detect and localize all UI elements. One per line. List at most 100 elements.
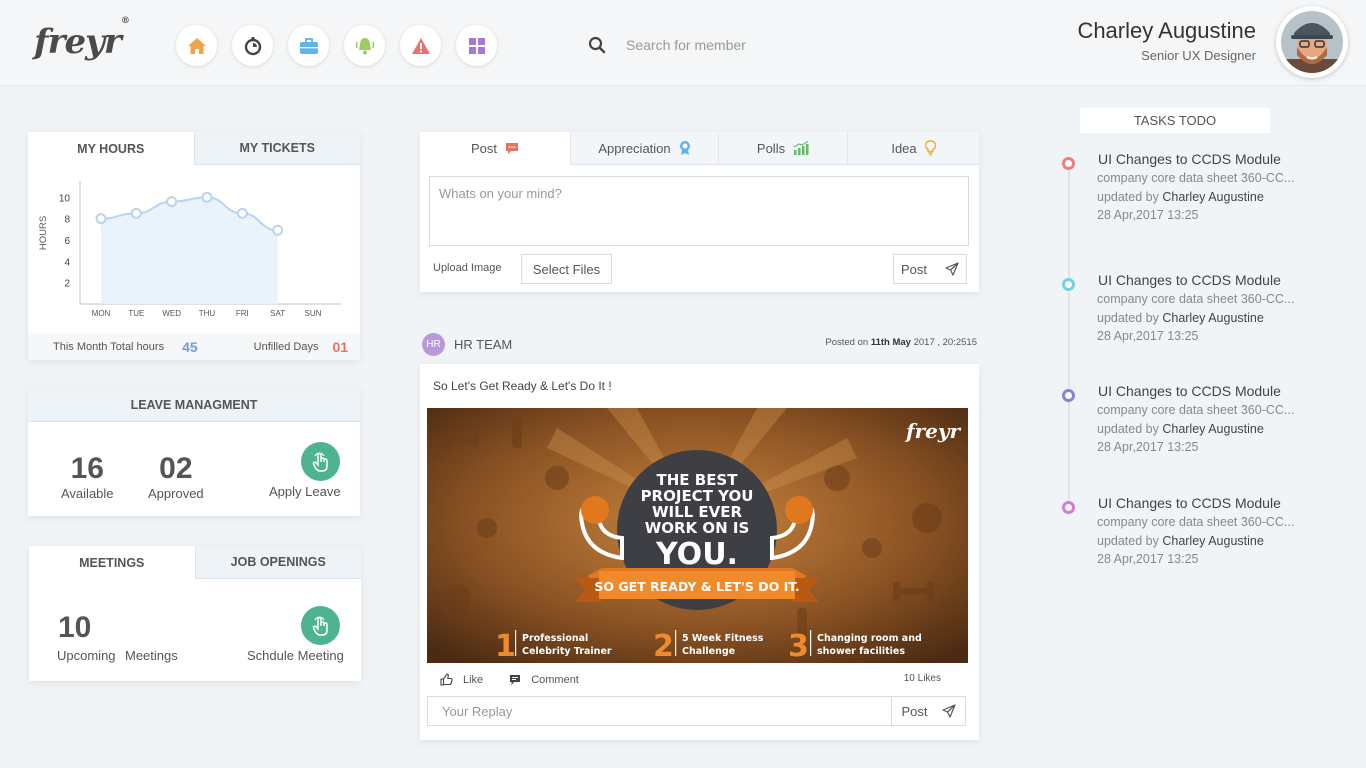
user-info: Charley Augustine Senior UX Designer xyxy=(1077,18,1256,63)
apply-leave-label[interactable]: Apply Leave xyxy=(269,484,341,499)
avatar[interactable] xyxy=(1276,6,1348,78)
unfilled-days-value: 01 xyxy=(332,338,349,355)
tab-appreciation[interactable]: Appreciation xyxy=(570,132,718,165)
select-files-button[interactable]: Select Files xyxy=(521,254,612,284)
task-date: 28 Apr,2017 13:25 xyxy=(1097,552,1199,566)
reply-post-button[interactable]: Post xyxy=(891,697,965,725)
task-updated-by: updated by Charley Augustine xyxy=(1097,534,1264,548)
y-tick-label: 2 xyxy=(64,279,70,290)
task-updated-by: updated by Charley Augustine xyxy=(1097,190,1264,204)
leave-available: 16 Available xyxy=(61,452,114,501)
task-date: 28 Apr,2017 13:25 xyxy=(1097,329,1199,343)
x-tick-label: TUE xyxy=(128,309,144,318)
task-date: 28 Apr,2017 13:25 xyxy=(1097,208,1199,222)
search-input[interactable] xyxy=(626,37,826,53)
meetings-count: 10 xyxy=(58,611,92,644)
apply-leave-button[interactable] xyxy=(301,442,340,481)
tab-job-openings[interactable]: JOB OPENINGS xyxy=(194,546,361,579)
author-avatar[interactable]: HR xyxy=(422,333,445,356)
tab-my-tickets[interactable]: MY TICKETS xyxy=(193,132,360,165)
total-hours-value: 45 xyxy=(182,338,198,355)
x-tick-label: WED xyxy=(162,309,181,318)
tab-polls[interactable]: Polls xyxy=(718,132,847,165)
y-tick-label: 8 xyxy=(64,215,70,226)
send-icon xyxy=(945,262,959,276)
x-tick-label: SAT xyxy=(270,309,285,318)
y-tick-label: 10 xyxy=(59,193,71,204)
touch-icon xyxy=(312,616,328,636)
tab-idea[interactable]: Idea xyxy=(847,132,979,165)
like-button[interactable]: Like xyxy=(440,673,483,686)
meetings-label: Meetings xyxy=(125,648,178,663)
post-banner-image[interactable]: THE BEST PROJECT YOU WILL EVER WORK ON I… xyxy=(427,408,968,663)
home-icon[interactable] xyxy=(176,25,217,66)
schedule-meeting-label[interactable]: Schdule Meeting xyxy=(247,648,344,663)
feed-post: So Let's Get Ready & Let's Do It ! THE B… xyxy=(420,364,979,740)
x-tick-label: SUN xyxy=(305,309,322,318)
task-title[interactable]: UI Changes to CCDS Module xyxy=(1098,495,1281,511)
data-point xyxy=(236,207,248,219)
alert-icon[interactable] xyxy=(400,25,441,66)
post-text: So Let's Get Ready & Let's Do It ! xyxy=(433,379,612,393)
author-name[interactable]: HR TEAM xyxy=(454,337,512,352)
tab-post[interactable]: Post xyxy=(420,132,570,165)
task-updated-by: updated by Charley Augustine xyxy=(1097,311,1264,325)
approved-count: 02 xyxy=(159,452,193,485)
y-tick-label: 6 xyxy=(64,236,70,247)
schedule-meeting-button[interactable] xyxy=(301,606,340,645)
likes-count[interactable]: 10 Likes xyxy=(904,673,941,684)
briefcase-icon[interactable] xyxy=(288,25,329,66)
post-composer: Post Appreciation Polls Idea Upload Imag… xyxy=(420,132,979,292)
task-status-dot xyxy=(1062,278,1075,291)
task-title[interactable]: UI Changes to CCDS Module xyxy=(1098,151,1281,167)
send-icon xyxy=(941,704,956,718)
feature-2-line2: Challenge xyxy=(682,646,735,657)
my-hours-card: MY HOURS MY TICKETS HOURS 2 4 6 8 10 MON TUE WED… xyxy=(28,132,360,360)
member-search xyxy=(588,36,826,54)
feature-1-number: 1 xyxy=(495,629,516,663)
banner-headline-big: YOU. xyxy=(655,537,738,572)
timeline-line xyxy=(1068,163,1070,509)
touch-icon xyxy=(312,452,328,472)
task-description: company core data sheet 360-CC... xyxy=(1097,515,1295,529)
data-point xyxy=(130,207,142,219)
x-tick-label: FRI xyxy=(236,309,249,318)
top-header: freyr® Charley Augustine Senior UX Desig… xyxy=(0,0,1366,86)
comment-icon xyxy=(510,674,521,685)
feature-2-line1: 5 Week Fitness xyxy=(682,633,764,644)
leave-title: LEAVE MANAGMENT xyxy=(28,388,360,422)
feature-1-line2: Celebrity Trainer xyxy=(522,646,612,657)
tab-my-hours[interactable]: MY HOURS xyxy=(28,132,194,165)
tab-post-label: Post xyxy=(470,141,497,156)
user-role: Senior UX Designer xyxy=(1141,48,1256,63)
task-status-dot xyxy=(1062,389,1075,402)
freyr-logo[interactable]: freyr® xyxy=(34,16,130,62)
post-textarea[interactable] xyxy=(429,176,969,246)
tasks-todo-title: TASKS TODO xyxy=(1080,108,1270,133)
task-description: company core data sheet 360-CC... xyxy=(1097,403,1295,417)
tab-appreciation-label: Appreciation xyxy=(598,140,671,156)
meeting-tabs: MEETINGS JOB OPENINGS xyxy=(29,546,361,579)
meetings-count-block: 10 xyxy=(58,611,91,645)
leave-approved: 02 Approved xyxy=(148,452,204,501)
banner-headline-4: WORK ON IS xyxy=(645,519,750,537)
unfilled-days-label: Unfilled Days xyxy=(253,340,319,353)
task-title[interactable]: UI Changes to CCDS Module xyxy=(1098,272,1281,288)
composer-post-button[interactable]: Post xyxy=(893,254,967,284)
notification-icon[interactable] xyxy=(344,25,385,66)
task-title[interactable]: UI Changes to CCDS Module xyxy=(1098,383,1281,399)
feature-1-line1: Professional xyxy=(522,633,588,644)
reply-input[interactable] xyxy=(428,697,893,725)
tab-meetings[interactable]: MEETINGS xyxy=(29,546,195,579)
poll-chart-icon xyxy=(793,141,809,155)
data-point xyxy=(272,224,284,236)
leave-management-card: LEAVE MANAGMENT 16 Available 02 Approved… xyxy=(28,388,360,516)
user-name: Charley Augustine xyxy=(1077,18,1256,43)
hours-chart: HOURS 2 4 6 8 10 MON TUE WED THU FRI SAT SUN xyxy=(38,181,341,318)
data-point xyxy=(95,213,107,225)
tab-idea-label: Idea xyxy=(891,140,917,156)
timer-icon[interactable] xyxy=(232,25,273,66)
search-icon[interactable] xyxy=(588,36,606,54)
apps-icon[interactable] xyxy=(456,25,497,66)
comment-button[interactable]: Comment xyxy=(509,673,579,686)
